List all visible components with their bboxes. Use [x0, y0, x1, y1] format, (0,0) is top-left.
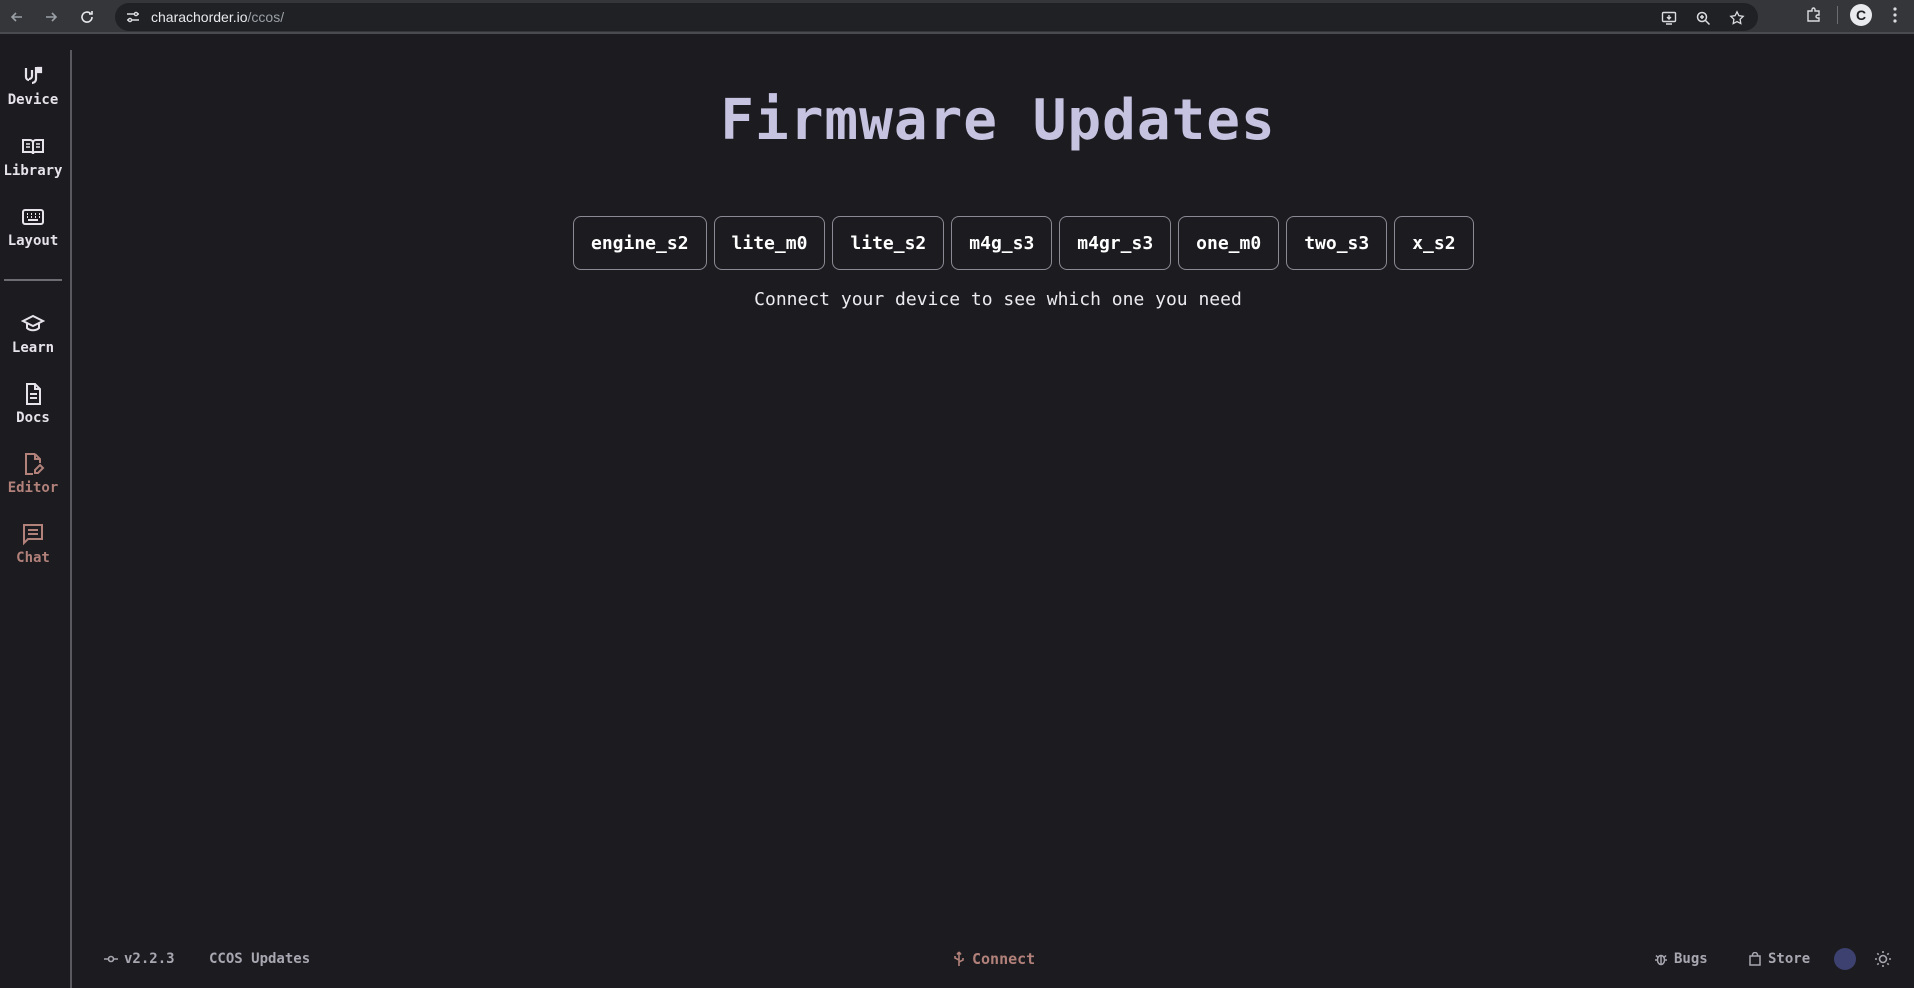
- toolbar-separator: [1837, 6, 1838, 24]
- install-app-icon[interactable]: [1658, 7, 1680, 29]
- sidebar-item-label: Editor: [7, 480, 59, 496]
- sidebar-item-docs[interactable]: Docs: [0, 376, 66, 432]
- url-path: /ccos/: [247, 9, 285, 25]
- bugs-label: Bugs: [1674, 951, 1708, 967]
- sidebar-nav: Device Library Layout Learn Docs Editor …: [0, 50, 72, 988]
- reload-icon: [81, 11, 93, 23]
- address-bar[interactable]: charachorder.io/ccos/: [115, 3, 1758, 31]
- ccos-updates-link[interactable]: CCOS Updates: [209, 942, 310, 976]
- theme-toggle-button[interactable]: [1874, 942, 1892, 976]
- bookmark-star-icon[interactable]: [1726, 7, 1748, 29]
- firmware-button-one-m0[interactable]: one_m0: [1178, 216, 1280, 270]
- firmware-button-x-s2[interactable]: x_s2: [1394, 216, 1474, 270]
- shopping-bag-icon: [1749, 952, 1761, 966]
- back-button[interactable]: [2, 2, 32, 32]
- theme-color-swatch[interactable]: [1834, 942, 1856, 976]
- bug-icon: [1655, 954, 1667, 966]
- firmware-button-group: engine_s2 lite_m0 lite_s2 m4g_s3 m4gr_s3…: [573, 216, 1474, 270]
- firmware-button-lite-s2[interactable]: lite_s2: [832, 216, 945, 270]
- footer-bar: v2.2.3 CCOS Updates Connect Bugs Store: [74, 942, 1914, 976]
- sidebar-divider: [4, 279, 62, 281]
- url-host: charachorder.io: [151, 9, 248, 25]
- document-icon: [26, 383, 41, 405]
- sidebar-item-layout[interactable]: Layout: [0, 199, 66, 255]
- color-dot: [1834, 948, 1856, 970]
- sidebar-item-label: Chat: [16, 550, 50, 566]
- sidebar-item-learn[interactable]: Learn: [0, 306, 66, 362]
- sun-icon: [1875, 951, 1891, 967]
- sidebar-item-editor[interactable]: Editor: [0, 446, 66, 502]
- version-link[interactable]: v2.2.3: [104, 942, 175, 976]
- firmware-button-m4g-s3[interactable]: m4g_s3: [951, 216, 1053, 270]
- arrow-right-icon: [46, 12, 58, 22]
- graduation-cap-icon: [21, 314, 45, 332]
- zoom-icon[interactable]: [1692, 7, 1714, 29]
- extensions-icon[interactable]: [1803, 4, 1825, 26]
- device-icon: [24, 66, 43, 85]
- connect-hint-text: Connect your device to see which one you…: [754, 289, 1242, 310]
- commit-icon: [104, 955, 118, 963]
- arrow-left-icon: [10, 12, 22, 22]
- chat-icon: [23, 524, 43, 546]
- kebab-menu-icon[interactable]: [1884, 4, 1906, 26]
- firmware-button-two-s3[interactable]: two_s3: [1286, 216, 1388, 270]
- sidebar-item-label: Layout: [7, 233, 59, 249]
- keyboard-icon: [22, 209, 44, 225]
- sidebar-item-label: Library: [3, 163, 63, 179]
- store-link[interactable]: Store: [1748, 942, 1810, 976]
- site-settings-icon[interactable]: [125, 9, 141, 25]
- connect-label: Connect: [972, 950, 1036, 968]
- usb-icon: [954, 951, 964, 966]
- sidebar-item-label: Device: [7, 92, 59, 108]
- bugs-link[interactable]: Bugs: [1654, 942, 1708, 976]
- book-icon: [22, 139, 44, 155]
- sidebar-item-device[interactable]: Device: [0, 58, 66, 114]
- forward-button[interactable]: [36, 2, 66, 32]
- store-label: Store: [1768, 951, 1811, 967]
- sidebar-item-chat[interactable]: Chat: [0, 516, 66, 572]
- version-label: v2.2.3: [124, 951, 175, 967]
- firmware-button-m4gr-s3[interactable]: m4gr_s3: [1059, 216, 1172, 270]
- reload-button[interactable]: [72, 2, 102, 32]
- sidebar-item-label: Docs: [16, 410, 50, 426]
- profile-avatar[interactable]: C: [1850, 4, 1872, 26]
- connect-button[interactable]: Connect: [952, 942, 1035, 976]
- sidebar-item-label: Learn: [11, 340, 55, 356]
- firmware-button-engine-s2[interactable]: engine_s2: [573, 216, 707, 270]
- browser-toolbar: charachorder.io/ccos/ C: [0, 0, 1914, 34]
- ccos-updates-label: CCOS Updates: [209, 951, 311, 967]
- firmware-button-lite-m0[interactable]: lite_m0: [713, 216, 826, 270]
- sidebar-item-library[interactable]: Library: [0, 129, 66, 185]
- page-title: Firmware Updates: [720, 88, 1276, 153]
- edit-document-icon: [25, 453, 45, 475]
